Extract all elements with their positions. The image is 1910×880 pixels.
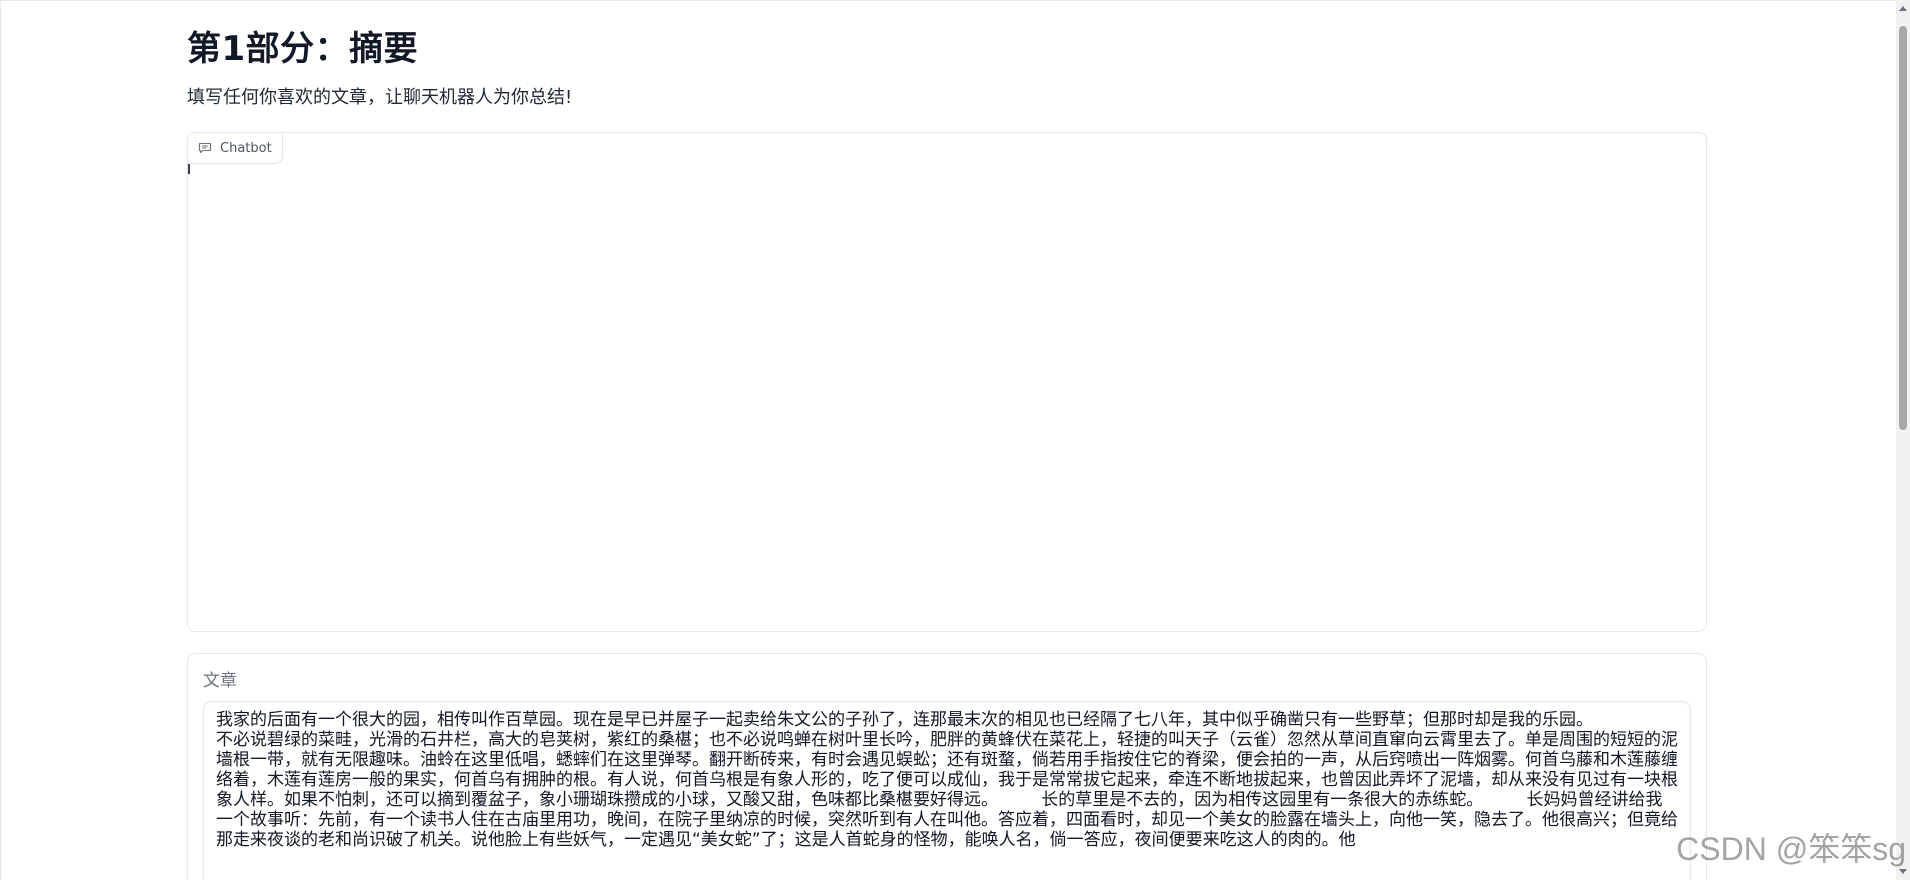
page-subtitle: 填写任何你喜欢的文章，让聊天机器人为你总结! <box>187 87 573 108</box>
chatbot-label: Chatbot <box>187 132 283 164</box>
app-viewport: 第1部分：摘要 填写任何你喜欢的文章，让聊天机器人为你总结! Chatbot 文… <box>0 0 1910 880</box>
page-scrollbar[interactable] <box>1896 0 1910 880</box>
chatbot-label-text: Chatbot <box>220 140 272 156</box>
scrollbar-thumb[interactable] <box>1899 26 1907 430</box>
chat-bubble-icon <box>198 142 212 154</box>
page-frame: 第1部分：摘要 填写任何你喜欢的文章，让聊天机器人为你总结! Chatbot 文… <box>0 0 1896 880</box>
chat-cursor <box>188 164 190 174</box>
article-panel: 文章 我家的后面有一个很大的园，相传叫作百草园。现在是早已并屋子一起卖给朱文公的… <box>187 653 1707 880</box>
article-textarea[interactable]: 我家的后面有一个很大的园，相传叫作百草园。现在是早已并屋子一起卖给朱文公的子孙了… <box>203 701 1691 880</box>
article-label: 文章 <box>203 671 237 691</box>
chatbot-panel[interactable]: Chatbot <box>187 132 1707 632</box>
page-title: 第1部分：摘要 <box>187 29 419 69</box>
watermark: CSDN @笨笨sg <box>1676 831 1906 867</box>
scroll-up-arrow-icon[interactable] <box>1899 6 1907 11</box>
